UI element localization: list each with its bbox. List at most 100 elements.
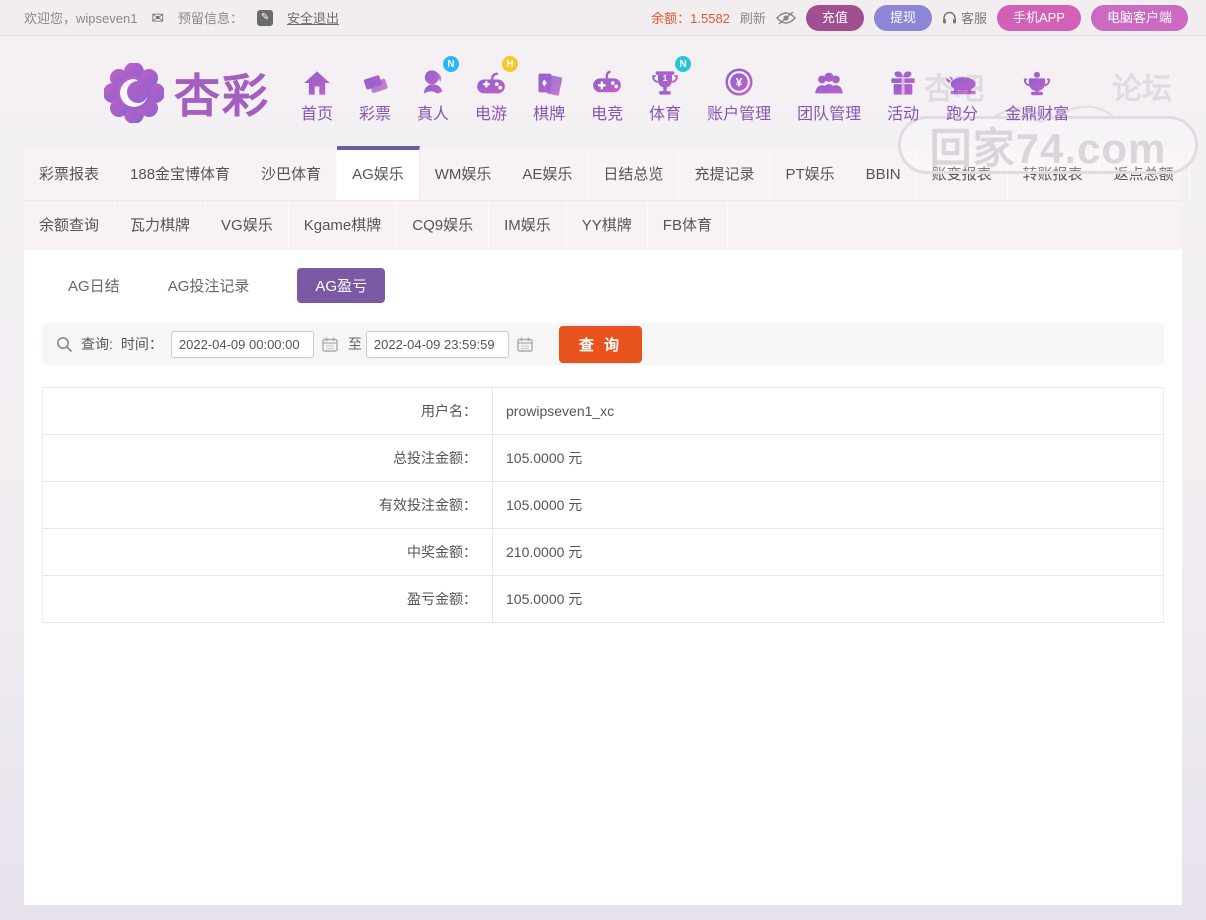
tab-row-1: 彩票报表 188金宝博体育 沙巴体育 AG娱乐 WM娱乐 AE娱乐 日结总览 充… (24, 150, 1182, 200)
tab-account-change-report[interactable]: 账变报表 (917, 150, 1008, 200)
table-row-winning-amount: 中奖金额： 210.0000 元 (43, 529, 1164, 576)
tab-wali-boardgames[interactable]: 瓦力棋牌 (115, 201, 206, 251)
nav-label: 彩票 (359, 100, 391, 124)
tab-saba-sports[interactable]: 沙巴体育 (246, 150, 337, 200)
badge-h: H (502, 56, 518, 72)
live-person-icon (419, 68, 447, 96)
nav-item-egame[interactable]: H 电游 (462, 62, 520, 124)
nav-label: 首页 (301, 100, 333, 124)
topbar: 欢迎您，wipseven1 ✉ 预留信息： ✎ 安全退出 余额：1.5582 刷… (0, 0, 1206, 36)
tab-transfer-report[interactable]: 转账报表 (1008, 150, 1099, 200)
nav-item-paofen[interactable]: 跑分 (932, 62, 992, 124)
tab-pt-entertainment[interactable]: PT娱乐 (770, 150, 850, 200)
eye-off-icon[interactable] (776, 11, 796, 25)
tab-deposit-withdraw-records[interactable]: 充提记录 (679, 150, 770, 200)
refresh-button[interactable]: 刷新 (740, 8, 766, 27)
mobile-app-button[interactable]: 手机APP (997, 5, 1081, 31)
reserved-info-label: 预留信息： (178, 8, 243, 27)
wealth-trophy-icon (1023, 70, 1051, 96)
headset-icon (942, 11, 957, 25)
nav-item-lottery[interactable]: 彩票 (346, 62, 404, 124)
table-row-profit-loss-amount: 盈亏金额： 105.0000 元 (43, 576, 1164, 623)
tab-lottery-report[interactable]: 彩票报表 (24, 150, 115, 200)
nav-label: 金鼎财富 (1005, 100, 1069, 124)
nav-label: 体育 (649, 100, 681, 124)
nav-label: 电游 (475, 100, 507, 124)
nav-item-wealth[interactable]: 金鼎财富 (992, 62, 1082, 124)
nav-item-team[interactable]: 团队管理 (784, 62, 874, 124)
tab-fb-sports[interactable]: FB体育 (648, 201, 728, 251)
nav-item-live[interactable]: N 真人 (404, 62, 462, 124)
content-card: 彩票报表 188金宝博体育 沙巴体育 AG娱乐 WM娱乐 AE娱乐 日结总览 充… (24, 150, 1182, 905)
subtab-ag-profit-loss[interactable]: AG盈亏 (297, 268, 385, 303)
tab-yy-boardgames[interactable]: YY棋牌 (567, 201, 648, 251)
logo-text: 杏彩 (174, 60, 270, 126)
nav-label: 团队管理 (797, 100, 861, 124)
board-cards-icon (535, 70, 563, 96)
start-time-input[interactable] (171, 331, 314, 358)
nav-label: 真人 (417, 100, 449, 124)
egame-gamepad-icon (476, 70, 506, 96)
search-icon (56, 336, 73, 353)
nav-label: 活动 (887, 100, 919, 124)
lottery-tickets-icon (361, 70, 389, 96)
row-value: 210.0000 元 (493, 529, 1164, 576)
row-label: 盈亏金额： (43, 576, 493, 623)
tab-bbin[interactable]: BBIN (851, 150, 917, 200)
tab-ag-entertainment[interactable]: AG娱乐 (337, 146, 420, 200)
nav-label: 跑分 (946, 100, 978, 124)
row-label: 总投注金额： (43, 435, 493, 482)
tab-balance-query[interactable]: 余额查询 (24, 201, 115, 251)
nav-item-boardgames[interactable]: 棋牌 (520, 62, 578, 124)
customer-service-link[interactable]: 客服 (942, 8, 987, 27)
table-row-username: 用户名： prowipseven1_xc (43, 388, 1164, 435)
row-value: 105.0000 元 (493, 435, 1164, 482)
nav-item-sports[interactable]: 1 N 体育 (636, 62, 694, 124)
nav-item-account[interactable]: ¥ 账户管理 (694, 62, 784, 124)
tab-188-sports[interactable]: 188金宝博体育 (115, 150, 246, 200)
profit-loss-table: 用户名： prowipseven1_xc 总投注金额： 105.0000 元 有… (42, 387, 1164, 623)
edit-icon[interactable]: ✎ (257, 10, 273, 26)
tab-row-2: 余额查询 瓦力棋牌 VG娱乐 Kgame棋牌 CQ9娱乐 IM娱乐 YY棋牌 F… (24, 200, 1182, 250)
tab-daily-summary[interactable]: 日结总览 (588, 150, 679, 200)
activity-gift-icon (889, 70, 917, 96)
subtab-ag-daily[interactable]: AG日结 (68, 268, 120, 303)
nav-label: 棋牌 (533, 100, 565, 124)
paofen-rhino-icon (945, 72, 979, 96)
site-logo[interactable]: 杏彩 (104, 60, 270, 126)
nav-label: 电竞 (591, 100, 623, 124)
tab-wm-entertainment[interactable]: WM娱乐 (420, 150, 508, 200)
row-label: 中奖金额： (43, 529, 493, 576)
nav-item-esports[interactable]: 电竞 (578, 62, 636, 124)
tab-kgame-boardgames[interactable]: Kgame棋牌 (289, 201, 398, 251)
logout-link[interactable]: 安全退出 (287, 8, 339, 27)
tab-im-entertainment[interactable]: IM娱乐 (489, 201, 567, 251)
home-icon (303, 70, 331, 96)
time-label: 时间： (121, 334, 163, 354)
tab-ae-entertainment[interactable]: AE娱乐 (507, 150, 588, 200)
calendar-icon[interactable] (517, 337, 533, 352)
calendar-icon[interactable] (322, 337, 338, 352)
envelope-icon[interactable]: ✉ (151, 9, 164, 27)
logo-flower-icon (104, 63, 164, 123)
tab-cq9-entertainment[interactable]: CQ9娱乐 (397, 201, 489, 251)
main-nav: 首页 彩票 N 真人 H 电游 棋牌 电竞 (288, 62, 1082, 124)
nav-item-activity[interactable]: 活动 (874, 62, 932, 124)
tab-rebate-total[interactable]: 返点总额 (1099, 150, 1190, 200)
svg-text:1: 1 (663, 74, 668, 83)
pc-client-button[interactable]: 电脑客户端 (1091, 5, 1188, 31)
watermark-right: 论坛 (1112, 64, 1172, 108)
nav-label: 账户管理 (707, 100, 771, 124)
query-submit-button[interactable]: 查 询 (559, 326, 642, 363)
table-row-valid-bet: 有效投注金额： 105.0000 元 (43, 482, 1164, 529)
end-time-input[interactable] (366, 331, 509, 358)
query-label: 查询: (81, 334, 113, 354)
withdraw-button[interactable]: 提现 (874, 5, 932, 31)
esports-gamepad-icon (592, 70, 622, 96)
nav-item-home[interactable]: 首页 (288, 62, 346, 124)
query-bar: 查询: 时间： 至 查 询 (42, 323, 1164, 365)
subtab-ag-bet-records[interactable]: AG投注记录 (168, 268, 250, 303)
recharge-button[interactable]: 充值 (806, 5, 864, 31)
customer-service-label: 客服 (961, 8, 987, 27)
tab-vg-entertainment[interactable]: VG娱乐 (206, 201, 289, 251)
